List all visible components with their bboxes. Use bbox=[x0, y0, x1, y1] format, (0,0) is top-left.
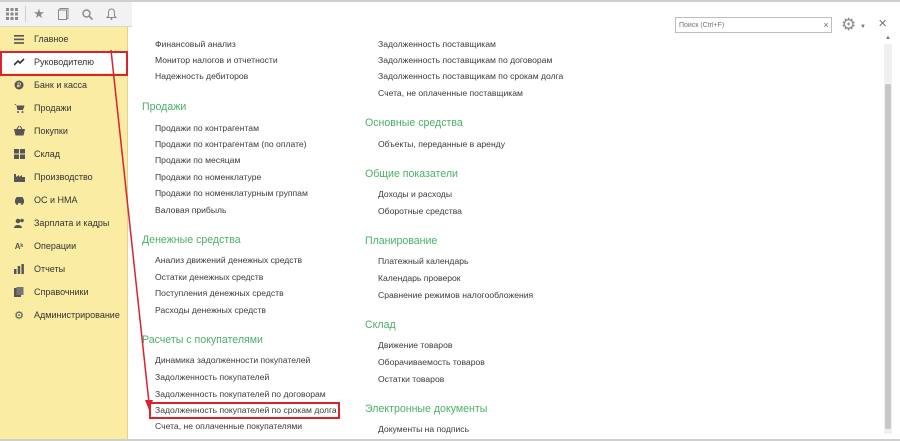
sidebar-item-main[interactable]: Главное bbox=[0, 28, 128, 50]
sidebar-item-label: ОС и НМА bbox=[34, 195, 78, 205]
svg-text:₽: ₽ bbox=[17, 82, 22, 90]
sidebar-item-label: Производство bbox=[34, 172, 93, 182]
link-financial-analysis[interactable]: Финансовый анализ bbox=[155, 39, 236, 50]
close-icon[interactable]: ✕ bbox=[878, 17, 887, 30]
basket-icon bbox=[12, 124, 26, 138]
sidebar-item-label: Операции bbox=[34, 241, 77, 251]
section-title-assets: Основные средства bbox=[365, 117, 463, 129]
sidebar-item-label: Справочники bbox=[34, 287, 89, 297]
sidebar-item-label: Банк и касса bbox=[34, 80, 87, 90]
sidebar-item-label: Склад bbox=[34, 149, 61, 159]
toolbar-divider bbox=[25, 6, 26, 22]
grid-icon[interactable] bbox=[0, 2, 24, 26]
link-sales[interactable]: Продажи по месяцам bbox=[155, 155, 240, 166]
sidebar-item-salary[interactable]: Зарплата и кадры bbox=[0, 212, 128, 234]
link-tax-monitor[interactable]: Монитор налогов и отчетности bbox=[155, 55, 278, 66]
sidebar-item-operations[interactable]: Аᵏ Операции bbox=[0, 235, 128, 257]
sidebar-item-directories[interactable]: Справочники bbox=[0, 281, 128, 303]
sidebar-item-production[interactable]: Производство bbox=[0, 166, 128, 188]
section-title-edocs: Электронные документы bbox=[365, 403, 488, 415]
link-customers[interactable]: Счета, не оплаченные покупателями bbox=[155, 421, 302, 432]
link-suppliers[interactable]: Задолженность поставщикам по договорам bbox=[378, 55, 552, 66]
section-title-customers: Расчеты с покупателями bbox=[142, 334, 263, 346]
sidebar-item-admin[interactable]: ⚙ Администрирование bbox=[0, 304, 128, 326]
sidebar-item-purchases[interactable]: Покупки bbox=[0, 120, 128, 142]
link-sales[interactable]: Продажи по контрагентам bbox=[155, 123, 259, 134]
link-warehouse[interactable]: Движение товаров bbox=[378, 340, 452, 351]
car-icon bbox=[12, 193, 26, 207]
link-cash[interactable]: Расходы денежных средств bbox=[155, 305, 266, 316]
section-title-planning: Планирование bbox=[365, 235, 438, 247]
link-customers[interactable]: Задолженность покупателей bbox=[155, 372, 269, 383]
sidebar-item-label: Продажи bbox=[34, 103, 72, 113]
link-customer-debt-by-terms[interactable]: Задолженность покупателей по срокам долг… bbox=[155, 405, 337, 416]
link-edocs[interactable]: Документы на подпись bbox=[378, 424, 469, 435]
operations-icon: Аᵏ bbox=[14, 241, 24, 251]
cart-icon bbox=[12, 101, 26, 115]
sidebar-item-label: Покупки bbox=[34, 126, 68, 136]
search-input[interactable] bbox=[675, 17, 832, 33]
sidebar-item-assets[interactable]: ОС и НМА bbox=[0, 189, 128, 211]
link-warehouse[interactable]: Остатки товаров bbox=[378, 374, 444, 385]
coin-icon: ₽ bbox=[12, 78, 26, 92]
link-planning[interactable]: Платежный календарь bbox=[378, 256, 468, 267]
link-planning[interactable]: Календарь проверок bbox=[378, 273, 461, 284]
section-title-warehouse: Склад bbox=[365, 319, 396, 331]
section-title-cash: Денежные средства bbox=[142, 234, 241, 246]
sidebar-item-label: Администрирование bbox=[34, 310, 120, 320]
link-warehouse[interactable]: Оборачиваемость товаров bbox=[378, 357, 485, 368]
books-icon bbox=[12, 285, 26, 299]
link-sales[interactable]: Продажи по контрагентам (по оплате) bbox=[155, 139, 307, 150]
link-debtor-reliability[interactable]: Надежность дебиторов bbox=[155, 71, 248, 82]
sidebar-item-reports[interactable]: Отчеты bbox=[0, 258, 128, 280]
scroll-up-arrow-icon[interactable]: ▲ bbox=[884, 34, 892, 43]
link-cash[interactable]: Остатки денежных средств bbox=[155, 272, 263, 283]
people-icon bbox=[12, 216, 26, 230]
link-sales[interactable]: Валовая прибыль bbox=[155, 205, 227, 216]
factory-icon bbox=[12, 170, 26, 184]
sidebar-item-label: Отчеты bbox=[34, 264, 66, 274]
sidebar-item-warehouse[interactable]: Склад bbox=[0, 143, 128, 165]
link-assets[interactable]: Объекты, переданные в аренду bbox=[378, 139, 505, 150]
chevron-down-icon[interactable]: ▼ bbox=[860, 24, 866, 30]
sidebar-item-label: Руководителю bbox=[34, 57, 95, 67]
link-cash[interactable]: Поступления денежных средств bbox=[155, 288, 284, 299]
section-title-sales: Продажи bbox=[142, 101, 187, 113]
link-suppliers[interactable]: Задолженность поставщикам по срокам долг… bbox=[378, 71, 563, 82]
link-general[interactable]: Доходы и расходы bbox=[378, 189, 452, 200]
link-planning[interactable]: Сравнение режимов налогообложения bbox=[378, 290, 533, 301]
link-general[interactable]: Оборотные средства bbox=[378, 206, 462, 217]
link-customers[interactable]: Задолженность покупателей по договорам bbox=[155, 389, 326, 400]
sidebar: Главное Руководителю ₽ Банк и касса Прод… bbox=[0, 27, 128, 441]
sidebar-item-sales[interactable]: Продажи bbox=[0, 97, 128, 119]
search-icon[interactable] bbox=[75, 2, 99, 26]
trend-icon bbox=[12, 55, 26, 69]
link-customers[interactable]: Динамика задолженности покупателей bbox=[155, 355, 310, 366]
link-cash[interactable]: Анализ движений денежных средств bbox=[155, 255, 302, 266]
clear-icon[interactable]: × bbox=[821, 18, 831, 32]
warehouse-icon bbox=[12, 147, 26, 161]
sidebar-item-label: Зарплата и кадры bbox=[34, 218, 110, 228]
top-toolbar: ★ bbox=[0, 2, 132, 27]
bell-icon[interactable] bbox=[99, 2, 123, 26]
sidebar-item-label: Главное bbox=[34, 34, 69, 44]
scrollbar-thumb[interactable] bbox=[885, 84, 891, 429]
star-icon[interactable]: ★ bbox=[27, 2, 51, 26]
link-suppliers[interactable]: Счета, не оплаченные поставщикам bbox=[378, 88, 523, 99]
chart-icon bbox=[12, 262, 26, 276]
settings-gear-icon[interactable]: ⚙ bbox=[841, 15, 861, 35]
link-sales[interactable]: Продажи по номенклатурным группам bbox=[155, 188, 308, 199]
link-suppliers[interactable]: Задолженность поставщикам bbox=[378, 39, 496, 50]
menu-lines-icon bbox=[12, 32, 26, 46]
sidebar-item-manager[interactable]: Руководителю bbox=[0, 51, 128, 73]
window-top-border bbox=[0, 0, 900, 2]
history-icon[interactable] bbox=[51, 2, 75, 26]
section-title-general: Общие показатели bbox=[365, 168, 458, 180]
sidebar-item-bank[interactable]: ₽ Банк и касса bbox=[0, 74, 128, 96]
gear-icon: ⚙ bbox=[14, 309, 24, 322]
link-sales[interactable]: Продажи по номенклатуре bbox=[155, 172, 261, 183]
scrollbar[interactable] bbox=[884, 44, 892, 434]
